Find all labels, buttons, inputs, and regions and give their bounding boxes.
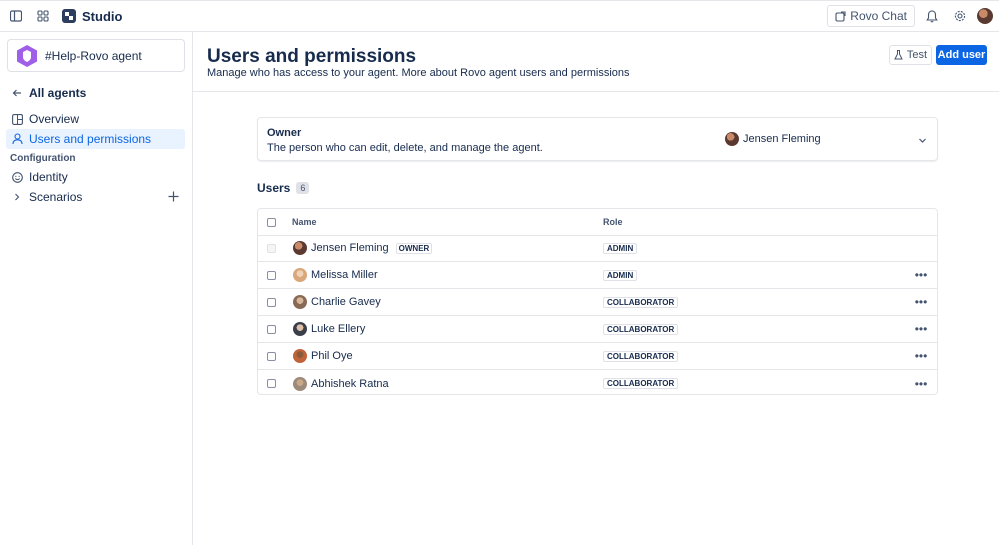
add-user-button[interactable]: Add user [936,45,987,65]
topbar-left: Studio [5,5,122,27]
role-lozenge: ADMIN [603,269,638,281]
chevron-down-icon[interactable] [917,135,927,145]
table-row: Melissa Miller ADMIN ••• [258,262,937,289]
column-header-name[interactable]: Name [292,217,317,227]
user-avatar [293,268,307,282]
configuration-section-label: Configuration [10,153,76,164]
users-heading: Users 6 [257,181,310,195]
user-avatar [293,349,307,363]
sidebar-item-label: Users and permissions [29,132,152,146]
user-name: Phil Oye [311,350,353,362]
person-icon [11,133,23,145]
topbar-right: Rovo Chat [827,5,993,27]
test-label: Test [906,49,928,61]
row-checkbox[interactable] [267,379,276,388]
users-table: Name Role Jensen Fleming OWNER ADMIN Mel… [257,208,938,395]
more-actions-icon[interactable]: ••• [914,268,928,282]
agent-hexagon-icon [16,44,38,68]
settings-gear-icon[interactable] [949,5,971,27]
column-header-role[interactable]: Role [603,217,623,227]
row-checkbox[interactable] [267,297,276,307]
sidebar-item-label: Scenarios [29,190,83,204]
table-header-row: Name Role [258,209,937,236]
owner-title: Owner [267,127,302,139]
more-actions-icon[interactable]: ••• [914,377,928,391]
back-to-all-agents-link[interactable]: All agents [6,83,185,103]
user-name: Melissa Miller [311,269,378,281]
table-row: Abhishek Ratna COLLABORATOR ••• [258,370,937,397]
role-lozenge: COLLABORATOR [603,350,679,362]
user-name: Luke Ellery [311,323,366,335]
row-checkbox[interactable] [267,324,276,334]
profile-avatar[interactable] [977,8,993,24]
page-title: Users and permissions [207,46,417,67]
add-scenario-plus-icon[interactable] [167,190,179,202]
table-row: Jensen Fleming OWNER ADMIN [258,235,937,262]
rovo-chat-label: Rovo Chat [850,9,907,23]
user-name: Abhishek Ratna [311,377,389,390]
page-subtitle: Manage who has access to your agent. Mor… [207,67,630,79]
test-button[interactable]: Test [889,45,932,65]
table-row: Charlie Gavey COLLABORATOR ••• [258,289,937,316]
sidebar-item-identity[interactable]: Identity [6,167,185,187]
more-actions-icon[interactable]: ••• [914,295,928,309]
chevron-right-icon [11,191,23,203]
row-checkbox [267,243,276,253]
row-checkbox[interactable] [267,270,276,280]
smiley-face-icon [11,171,23,183]
sidebar-item-scenarios[interactable]: Scenarios [6,187,185,207]
agent-name: #Help-Rovo agent [45,48,142,63]
studio-logo-icon[interactable] [62,9,76,23]
sidebar-item-label: Identity [29,170,68,184]
header-divider [193,91,999,92]
agent-card[interactable]: #Help-Rovo agent [7,39,185,72]
user-name: Jensen Fleming [311,242,389,254]
more-actions-icon[interactable]: ••• [914,322,928,336]
owner-select[interactable]: Jensen Fleming [725,132,821,146]
user-name-cell: Charlie Gavey [293,295,381,309]
user-name: Charlie Gavey [311,296,381,308]
app-switcher-icon[interactable] [32,5,54,27]
owner-card: Owner The person who can edit, delete, a… [257,117,938,161]
overview-icon [11,113,23,125]
row-checkbox[interactable] [267,351,276,361]
owner-lozenge: OWNER [395,242,433,254]
arrow-left-icon [11,87,23,99]
users-count-badge: 6 [296,182,310,194]
back-label: All agents [29,86,87,100]
owner-name: Jensen Fleming [743,133,821,145]
owner-description: The person who can edit, delete, and man… [267,142,543,154]
owner-avatar [725,132,739,146]
sidebar-item-users-and-permissions[interactable]: Users and permissions [6,129,185,149]
flask-icon [894,50,903,60]
users-heading-label: Users [257,181,291,195]
role-lozenge: COLLABORATOR [603,378,679,389]
user-name-cell: Jensen Fleming OWNER [293,241,433,255]
user-name-cell: Abhishek Ratna [293,376,389,391]
sidebar-toggle-icon[interactable] [5,5,27,27]
app-name[interactable]: Studio [82,9,122,24]
top-navigation-bar: Studio Rovo Chat [0,0,999,32]
role-lozenge: COLLABORATOR [603,323,679,335]
sidebar: #Help-Rovo agent All agents Overview Use… [0,32,193,545]
rovo-chat-icon [835,10,846,22]
user-avatar [293,241,307,255]
role-lozenge: COLLABORATOR [603,296,679,308]
user-name-cell: Luke Ellery [293,322,365,336]
sidebar-item-label: Overview [29,112,80,126]
more-actions-icon[interactable]: ••• [914,349,928,363]
select-all-checkbox[interactable] [267,217,276,227]
user-name-cell: Phil Oye [293,349,353,363]
notifications-bell-icon[interactable] [921,5,943,27]
sidebar-item-overview[interactable]: Overview [6,109,185,129]
user-avatar [293,376,307,391]
user-avatar [293,295,307,309]
table-row: Phil Oye COLLABORATOR ••• [258,343,937,370]
role-lozenge: ADMIN [603,242,638,254]
user-avatar [293,322,307,336]
rovo-chat-button[interactable]: Rovo Chat [827,5,915,27]
table-row: Luke Ellery COLLABORATOR ••• [258,316,937,343]
user-name-cell: Melissa Miller [293,268,378,282]
